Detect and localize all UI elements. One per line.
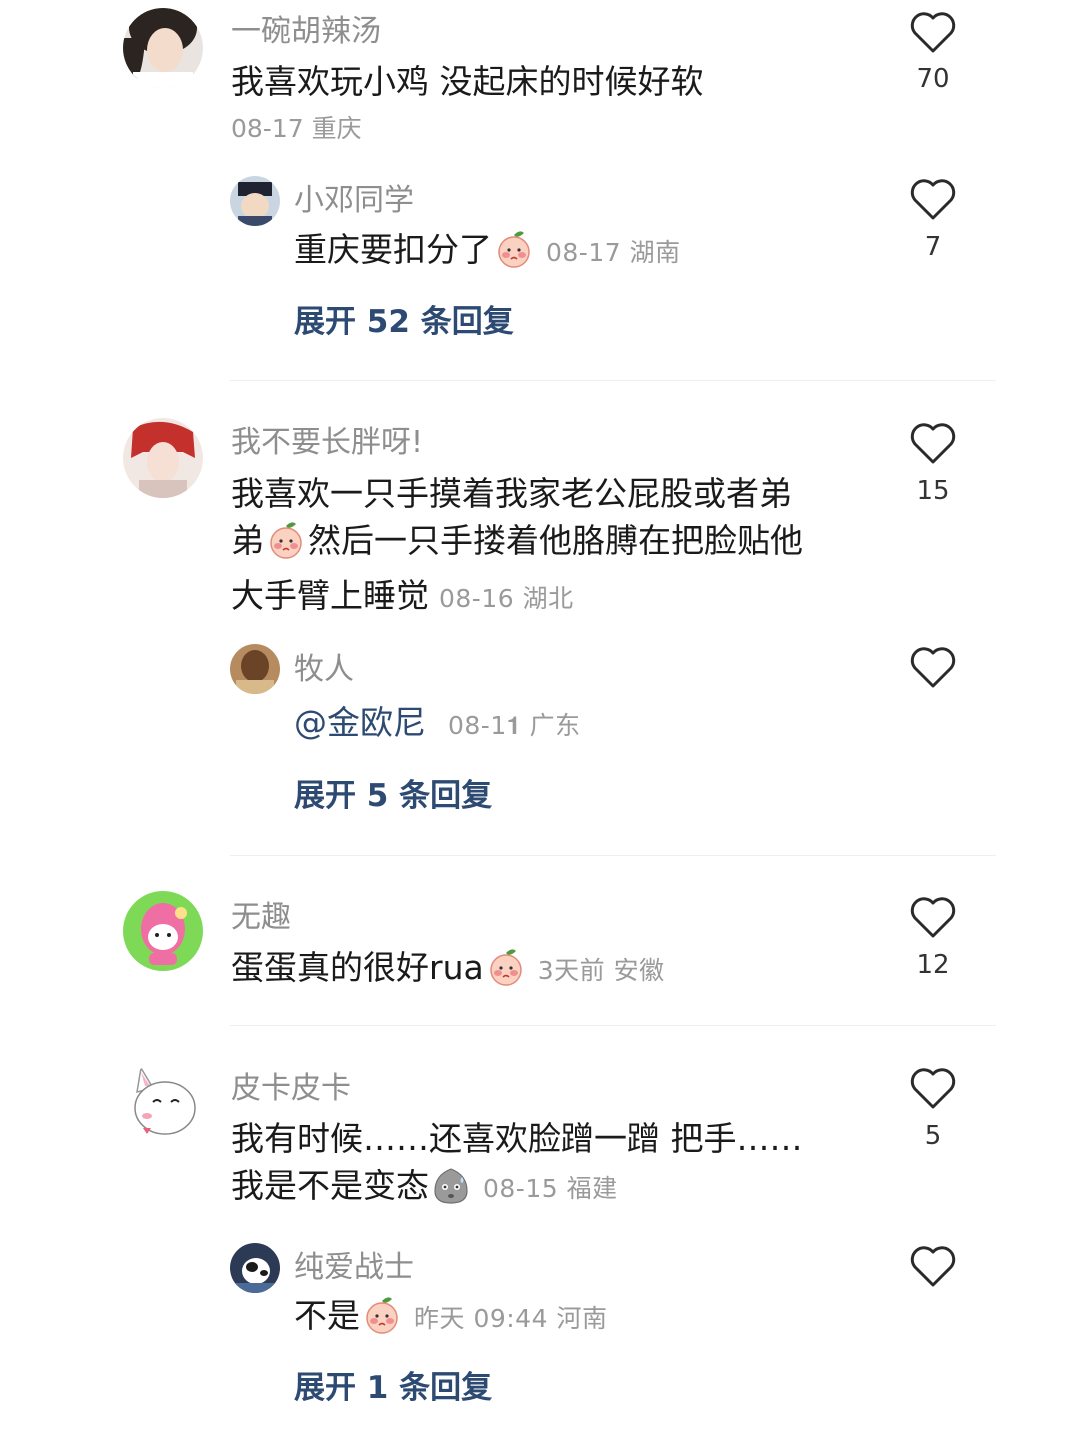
- blushing-peach-emoji: [266, 520, 306, 572]
- reply-text-content: 不是: [294, 1296, 360, 1335]
- comment-meta: 08-15 福建: [483, 1174, 618, 1203]
- avatar[interactable]: [230, 176, 280, 226]
- comment-meta: 08-16 湖北: [439, 584, 574, 613]
- heart-outline-icon: [910, 12, 956, 53]
- reply-meta: 昨天 09:44 河南: [414, 1304, 608, 1333]
- comment-text-line: 我是不是变态 08-15 福建: [231, 1162, 871, 1217]
- comment-text-line: 大手臂上睡觉 08-16 湖北: [231, 572, 871, 622]
- comment-text: 我有时候……还喜欢脸蹭一蹭 把手…… 我是不是变态 08-15 福建: [231, 1115, 871, 1217]
- reply-username[interactable]: 小邓同学: [294, 175, 414, 219]
- heart-outline-icon: [910, 179, 956, 220]
- like-button[interactable]: [903, 10, 963, 54]
- comment-text: 蛋蛋真的很好rua 3天前 安徽: [231, 944, 851, 999]
- comment-username[interactable]: 我不要长胖呀!: [231, 417, 423, 461]
- comment-text-segment: 大手臂上睡觉: [231, 576, 429, 615]
- comment-text-content: 蛋蛋真的很好rua: [231, 948, 484, 987]
- comment-username[interactable]: 一碗胡辣汤: [231, 6, 381, 50]
- comment-text-line: 我有时候……还喜欢脸蹭一蹭 把手……: [231, 1119, 803, 1158]
- like-button[interactable]: [903, 645, 963, 689]
- heart-outline-icon: [910, 1068, 956, 1109]
- grey-sweat-emoji: [431, 1165, 471, 1217]
- avatar[interactable]: [230, 644, 280, 694]
- reply-text: 不是 昨天 09:44 河南: [294, 1292, 914, 1347]
- blushing-peach-emoji: [494, 229, 534, 281]
- blushing-peach-emoji: [362, 1295, 402, 1347]
- avatar[interactable]: [230, 1243, 280, 1293]
- comment-text: 我喜欢一只手摸着我家老公屁股或者弟 弟 然后一只手搂着他胳膊在把脸贴他 大手臂上睡…: [231, 470, 871, 622]
- like-button[interactable]: [903, 1244, 963, 1288]
- comment-text-segment: 弟: [231, 521, 264, 560]
- comment-text-line: 弟 然后一只手搂着他胳膊在把脸贴他: [231, 517, 871, 572]
- avatar[interactable]: [123, 1062, 203, 1142]
- expand-replies-link[interactable]: 展开 1 条回复: [294, 1362, 492, 1407]
- heart-outline-icon: [910, 1246, 956, 1287]
- expand-replies-link[interactable]: 展开 5 条回复: [294, 770, 492, 815]
- reply-text-content: 重庆要扣分了: [294, 230, 492, 269]
- like-count: 7: [924, 232, 942, 262]
- comment-username[interactable]: 皮卡皮卡: [231, 1063, 351, 1107]
- reply-text-content: @金欧尼: [294, 703, 426, 742]
- comment-username[interactable]: 无趣: [231, 892, 291, 936]
- comment-text-segment: 然后一只手搂着他胳膊在把脸贴他: [308, 521, 803, 560]
- comment-meta: 3天前 安徽: [537, 956, 665, 985]
- like-count: 70: [916, 64, 950, 94]
- heart-outline-icon: [910, 897, 956, 938]
- expand-replies-link[interactable]: 展开 52 条回复: [294, 296, 514, 341]
- reply-username[interactable]: 纯爱战士: [294, 1242, 414, 1286]
- like-button[interactable]: [903, 177, 963, 221]
- divider: [230, 855, 996, 856]
- heart-outline-icon: [910, 423, 956, 464]
- reply-text: 重庆要扣分了 08-17 湖南: [294, 226, 914, 281]
- reply-text: @金欧尼 08-1𝟏 广东: [294, 699, 914, 749]
- comment-text-line: 我喜欢一只手摸着我家老公屁股或者弟: [231, 474, 792, 513]
- blushing-peach-emoji: [486, 947, 526, 999]
- like-button[interactable]: [903, 895, 963, 939]
- avatar[interactable]: [123, 891, 203, 971]
- divider: [230, 380, 996, 381]
- comment-text: 我喜欢玩小鸡 没起床的时候好软: [231, 58, 851, 105]
- heart-outline-icon: [910, 647, 956, 688]
- avatar[interactable]: [123, 418, 203, 498]
- like-button[interactable]: [903, 1066, 963, 1110]
- reply-meta: 08-1𝟏 广东: [448, 711, 581, 740]
- like-count: 5: [924, 1121, 942, 1151]
- comment-text-content: 我喜欢玩小鸡 没起床的时候好软: [231, 62, 704, 101]
- reply-username[interactable]: 牧人: [294, 644, 354, 688]
- like-count: 12: [916, 950, 950, 980]
- reply-meta: 08-17 湖南: [546, 238, 681, 267]
- like-button[interactable]: [903, 421, 963, 465]
- like-count: 15: [916, 476, 950, 506]
- comment-text-segment: 我是不是变态: [231, 1166, 429, 1205]
- divider: [230, 1025, 996, 1026]
- comment-meta: 08-17 重庆: [231, 114, 362, 143]
- avatar[interactable]: [123, 8, 203, 88]
